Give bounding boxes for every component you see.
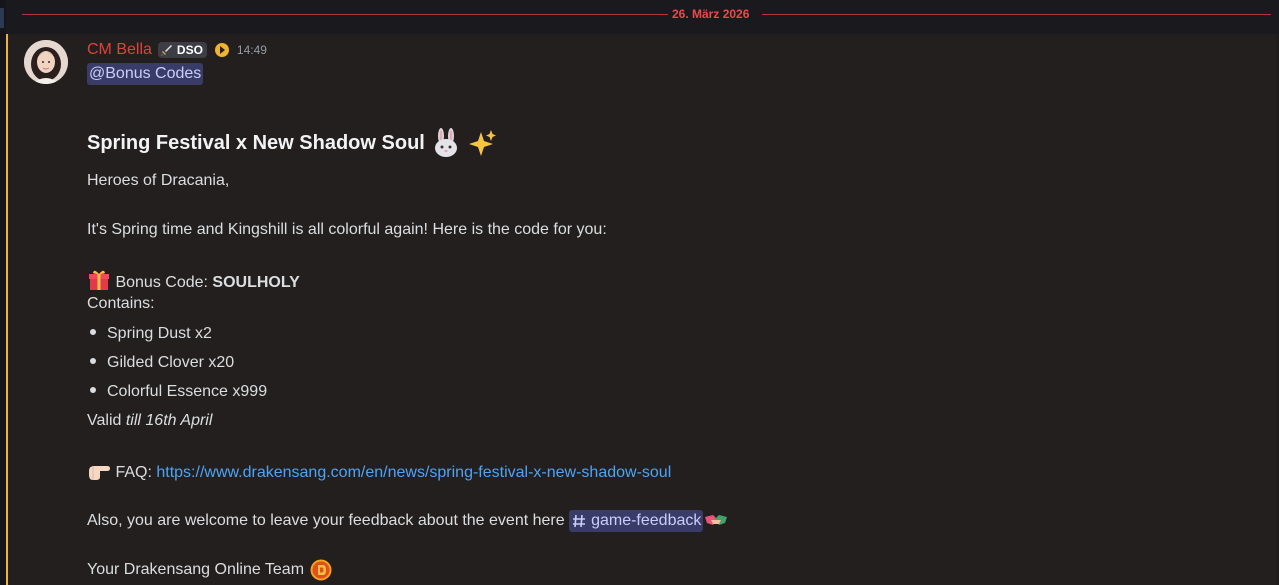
bullet — [90, 329, 96, 336]
gift-emoji — [89, 270, 109, 290]
drakensang-logo-icon — [310, 559, 332, 581]
list-item-text: Gilded Clover x20 — [107, 354, 235, 371]
handshake-emoji — [705, 515, 728, 525]
validity-line: Valid till 16th April — [87, 410, 212, 432]
bonus-code-value: SOULHOLY — [212, 274, 300, 291]
channel-hash-icon — [573, 514, 586, 528]
list-item-text: Spring Dust x2 — [107, 325, 212, 342]
rabbit-emoji — [434, 128, 457, 157]
bullet — [90, 358, 96, 365]
date-divider-line-right — [762, 14, 1271, 15]
list-item: Gilded Clover x20 — [87, 352, 234, 374]
sword-icon — [160, 45, 172, 56]
intro-text: It's Spring time and Kingshill is all co… — [87, 221, 607, 238]
channel-mention[interactable]: game-feedback — [569, 510, 704, 532]
bullet — [90, 387, 96, 394]
message-header: CM Bella DSO 14:49 — [87, 39, 267, 61]
sparkles-emoji — [468, 130, 496, 156]
feedback-text: Also, you are welcome to leave your feed… — [87, 512, 570, 529]
contains-label: Contains: — [87, 295, 155, 312]
heading-line: Spring Festival x New Shadow Soul — [87, 128, 497, 158]
date-divider-line-left — [22, 14, 668, 15]
avatar[interactable] — [24, 40, 68, 84]
boost-icon[interactable] — [214, 42, 230, 58]
faq-line: FAQ: https://www.drakensang.com/en/news/… — [87, 460, 671, 484]
feedback-line: Also, you are welcome to leave your feed… — [87, 510, 729, 532]
faq-label: FAQ: — [115, 464, 157, 481]
list-item: Spring Dust x2 — [87, 323, 212, 345]
signature-text: Your Drakensang Online Team — [87, 561, 305, 578]
timestamp[interactable]: 14:49 — [237, 43, 267, 57]
channel-name: game-feedback — [591, 512, 702, 529]
server-tag[interactable]: DSO — [157, 42, 207, 58]
valid-prefix: Valid — [87, 412, 126, 429]
list-item: Colorful Essence x999 — [87, 381, 267, 403]
bonus-code-label: Bonus Code: — [115, 274, 213, 291]
faq-link[interactable]: https://www.drakensang.com/en/news/sprin… — [156, 464, 671, 481]
pointing-hand-emoji — [89, 466, 110, 480]
list-item-text: Colorful Essence x999 — [107, 383, 268, 400]
valid-date: till 16th April — [125, 412, 213, 429]
mention-highlight-bar — [6, 34, 8, 585]
message-heading: Spring Festival x New Shadow Soul — [87, 132, 425, 154]
chat-view: 26. März 2026 CM Bella DSO 14:49 @Bonus … — [0, 0, 1279, 585]
signature-line: Your Drakensang Online Team — [87, 559, 332, 581]
greeting-text: Heroes of Dracania, — [87, 172, 230, 189]
top-strip — [0, 0, 1279, 34]
server-tag-label: DSO — [176, 43, 203, 57]
role-mention[interactable]: @Bonus Codes — [87, 63, 204, 85]
bonus-code-line: Bonus Code: SOULHOLY — [87, 268, 300, 294]
date-divider-label: 26. März 2026 — [672, 7, 750, 21]
message[interactable]: CM Bella DSO 14:49 @Bonus Codes Spring F… — [6, 34, 1279, 585]
author-name[interactable]: CM Bella — [87, 41, 152, 59]
